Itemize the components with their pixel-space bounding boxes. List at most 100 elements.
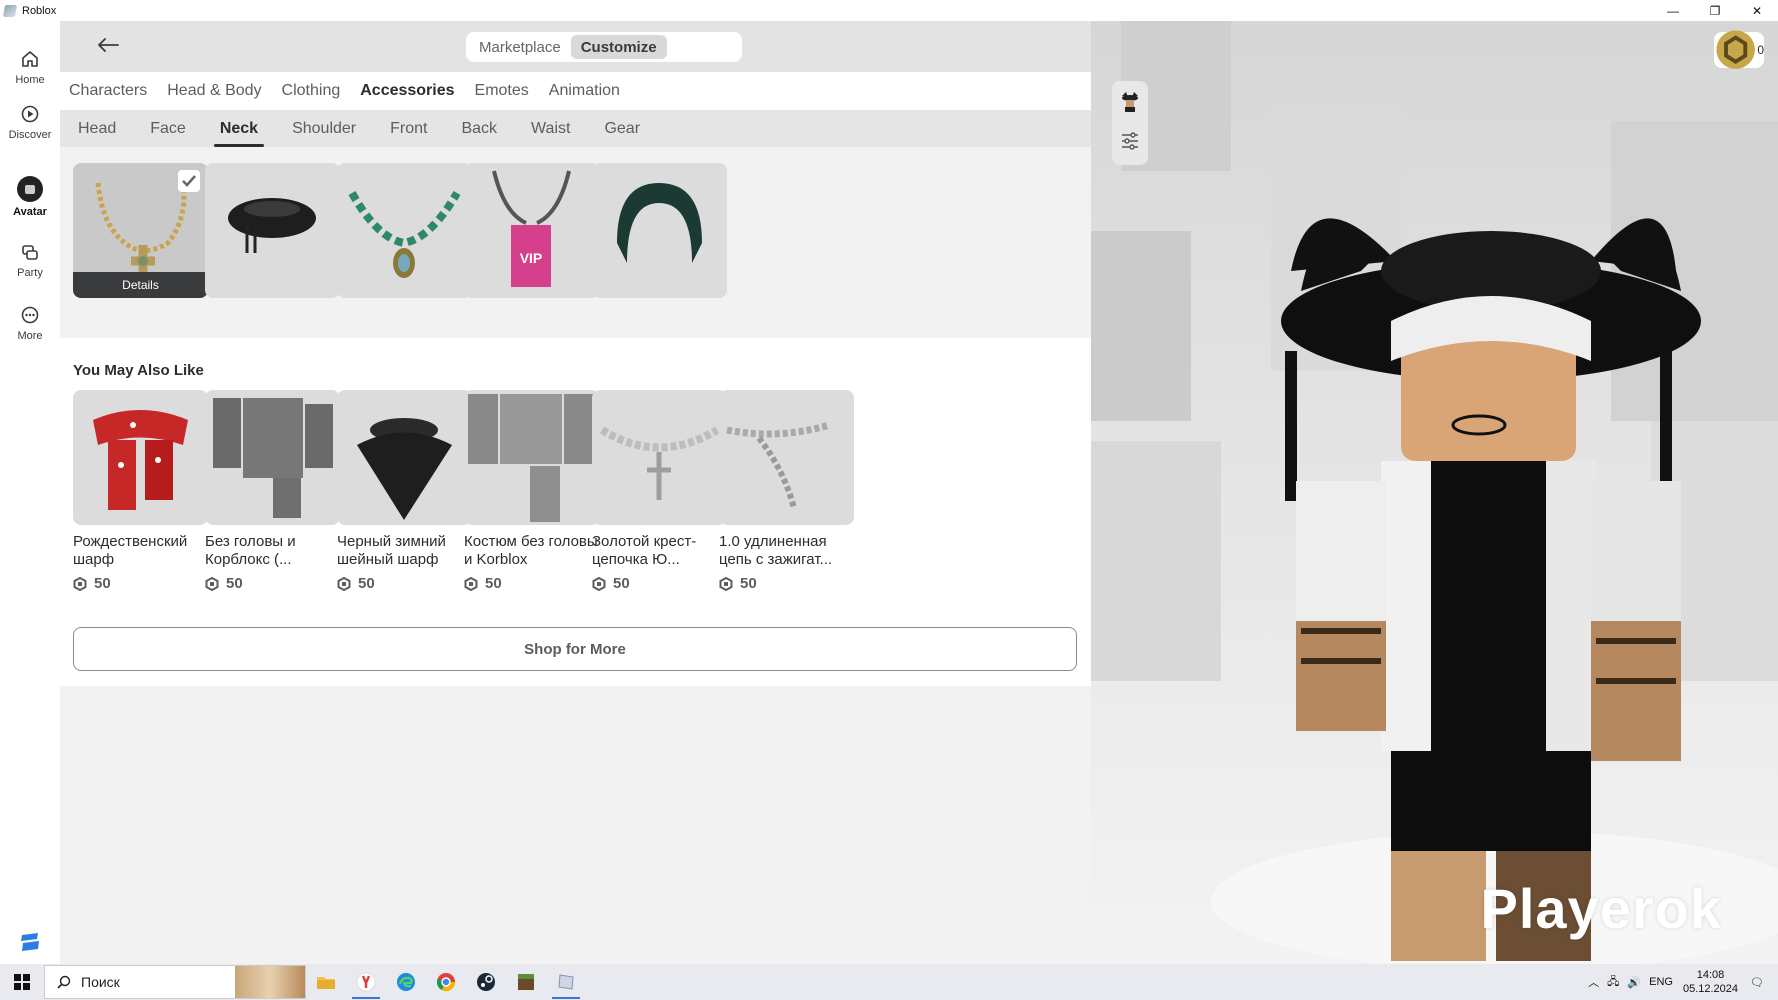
subtab-waist[interactable]: Waist [519,110,582,147]
language-indicator[interactable]: ENG [1649,976,1673,988]
avatar-thumbnail-button[interactable] [1112,81,1148,121]
rec-item-price: 50 [464,575,599,592]
minimize-button[interactable]: — [1652,0,1694,21]
owned-items-grid: Details VIP [60,147,1091,338]
taskbar-minecraft[interactable] [506,964,546,1000]
network-icon[interactable]: 🖧 [1607,973,1619,992]
window-titlebar: Roblox — ❐ ✕ [0,0,1778,21]
nav-party-label: Party [17,267,43,279]
cross-chain-icon [592,390,727,525]
edge-icon [397,973,415,991]
taskbar: Поиск ︿ 🖧 🔊 ENG 14:08 05.12.2024 🗨 [0,964,1778,1000]
robux-balance-value: 0 [1757,43,1764,57]
recommendations-title: You May Also Like [73,362,204,379]
shop-for-more-button[interactable]: Shop for More [73,627,1077,671]
clock-date: 05.12.2024 [1682,983,1739,995]
tab-head-body[interactable]: Head & Body [167,82,261,100]
clock[interactable]: 14:08 05.12.2024 [1683,968,1738,996]
recommendations-section: You May Also Like Рождественский шарф 50… [60,338,1091,686]
rec-item[interactable]: Золотой крест-цепочка Ю... 50 [592,390,727,592]
tab-clothing[interactable]: Clothing [282,82,341,100]
rec-item[interactable]: Черный зимний шейный шарф 50 [337,390,472,592]
robux-coin-icon [1716,30,1755,70]
close-window-button[interactable]: ✕ [1736,0,1778,21]
robux-balance[interactable]: 0 [1714,30,1764,70]
nav-discover-label: Discover [8,129,52,141]
avatar-editor-panel: Marketplace Customize Characters Head & … [60,21,1091,964]
roblox-app-icon [2,4,18,17]
subtab-face[interactable]: Face [138,110,198,147]
editor-header: Marketplace Customize [60,21,1091,72]
taskbar-edge[interactable] [386,964,426,1000]
nav-discover[interactable]: Discover [0,103,60,141]
rec-item[interactable]: Рождественский шарф 50 [73,390,208,592]
tab-accessories[interactable]: Accessories [360,82,454,100]
subtab-head[interactable]: Head [66,110,128,147]
subtab-gear[interactable]: Gear [592,110,652,147]
nav-avatar-label: Avatar [13,206,47,218]
rec-item-name: Костюм без головы и Korblox [464,533,598,568]
nav-more-label: More [17,330,43,342]
details-button[interactable]: Details [73,272,208,298]
owned-item-black-collar[interactable] [205,163,340,298]
rec-item-price: 50 [719,575,854,592]
roblox-logo-icon[interactable] [20,933,40,951]
nav-more[interactable]: More [0,304,60,342]
avatar-viewport[interactable]: 0 Playerok [1091,21,1778,964]
taskbar-roblox[interactable] [546,964,586,1000]
taskbar-search[interactable]: Поиск [44,965,306,999]
tab-animation[interactable]: Animation [549,82,620,100]
clock-time: 14:08 [1696,969,1725,981]
chrome-icon [437,973,455,992]
nav-party[interactable]: Party [0,241,60,279]
owned-item-jade-bead-necklace[interactable] [337,163,472,298]
steam-icon [477,973,495,991]
subcategory-tabs: Head Face Neck Shoulder Front Back Waist… [60,110,1091,147]
more-icon [19,304,41,326]
windows-icon [14,974,30,990]
folder-icon [317,977,335,989]
viewport-toolbar [1112,81,1148,165]
owned-item-gold-cross-necklace[interactable]: Details [73,163,208,298]
jade-bead-necklace-icon [348,190,461,278]
party-icon [19,241,41,263]
black-winter-scarf-icon [337,390,472,525]
taskbar-chrome[interactable] [426,964,466,1000]
subtab-neck[interactable]: Neck [208,110,270,147]
back-button[interactable] [94,33,122,57]
tab-emotes[interactable]: Emotes [475,82,529,100]
owned-item-dark-green-scarf[interactable] [592,163,727,298]
taskbar-file-explorer[interactable] [306,964,346,1000]
volume-icon[interactable]: 🔊 [1627,976,1641,989]
rec-item[interactable]: Без головы и Корблокс (... 50 [205,390,340,592]
owned-item-vip-lanyard[interactable]: VIP [464,163,599,298]
subtab-front[interactable]: Front [378,110,439,147]
rec-item[interactable]: Костюм без головы и Korblox 50 [464,390,599,592]
headless-korblox-icon [205,390,340,525]
tab-characters[interactable]: Characters [69,82,147,100]
rec-item-name: Черный зимний шейный шарф [337,533,446,568]
minecraft-icon [518,974,534,990]
robux-icon [719,576,733,591]
maximize-button[interactable]: ❐ [1694,0,1736,21]
taskbar-steam[interactable] [466,964,506,1000]
nav-avatar[interactable]: Avatar [0,176,60,218]
adjust-settings-button[interactable] [1112,121,1148,161]
rec-item[interactable]: 1.0 удлиненная цепь с зажигат... 50 [719,390,854,592]
tab-marketplace[interactable]: Marketplace [469,35,571,59]
yandex-icon [356,972,376,992]
svg-text:VIP: VIP [520,250,543,266]
avatar-thumbnail-icon [1122,92,1138,112]
notifications-icon[interactable]: 🗨 [1750,976,1764,989]
chevron-up-icon[interactable]: ︿ [1588,974,1599,990]
start-button[interactable] [0,964,44,1000]
tab-customize[interactable]: Customize [570,35,667,59]
rec-item-price: 50 [337,575,472,592]
nav-home[interactable]: Home [0,48,60,86]
taskbar-yandex-browser[interactable] [346,964,386,1000]
left-navigation: Home Discover Avatar Party More [0,21,60,964]
subtab-back[interactable]: Back [449,110,509,147]
rec-item-price: 50 [205,575,340,592]
home-icon [19,48,41,70]
subtab-shoulder[interactable]: Shoulder [280,110,368,147]
